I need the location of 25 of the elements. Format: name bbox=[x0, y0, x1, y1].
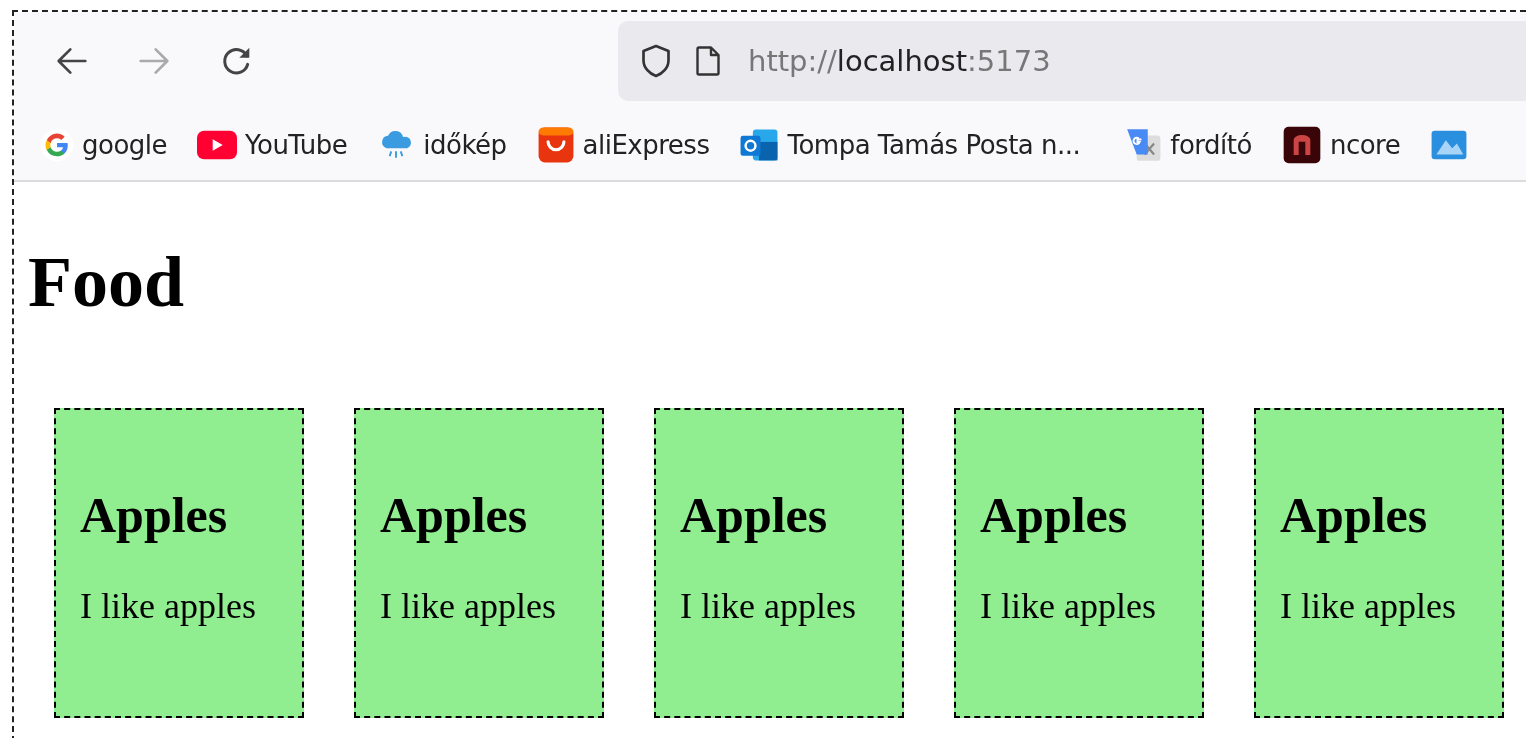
smile-bag-icon bbox=[536, 126, 575, 164]
url-text: http://localhost:5173 bbox=[748, 44, 1051, 78]
card-text: I like apples bbox=[980, 585, 1157, 627]
card-title: Apples bbox=[80, 486, 229, 545]
card-text: I like apples bbox=[80, 585, 257, 627]
bookmark[interactable]: YouTube bbox=[197, 130, 348, 160]
card-text: I like apples bbox=[380, 585, 557, 627]
letter-g-icon bbox=[40, 128, 74, 162]
card-title: Apples bbox=[680, 486, 829, 545]
card-title: Apples bbox=[1280, 486, 1429, 545]
bookmark[interactable]: aliExpress bbox=[536, 126, 710, 164]
translate-icon bbox=[1124, 126, 1163, 164]
address-bar[interactable]: http://localhost:5173 bbox=[618, 21, 1526, 101]
card-title: Apples bbox=[980, 486, 1129, 545]
bookmark[interactable]: fordító bbox=[1124, 126, 1252, 164]
arch-icon bbox=[1281, 125, 1322, 165]
card-title: Apples bbox=[380, 486, 529, 545]
bookmark[interactable]: Tompa Tamás Posta n... bbox=[739, 126, 1081, 164]
card-text: I like apples bbox=[680, 585, 857, 627]
page-heading: Food bbox=[28, 242, 186, 322]
bookmark[interactable]: ncore bbox=[1281, 125, 1401, 165]
card-text: I like apples bbox=[1280, 585, 1457, 627]
bookmark[interactable]: google bbox=[40, 128, 168, 162]
play-icon bbox=[197, 130, 238, 160]
bookmark[interactable]: időkép bbox=[377, 126, 507, 164]
